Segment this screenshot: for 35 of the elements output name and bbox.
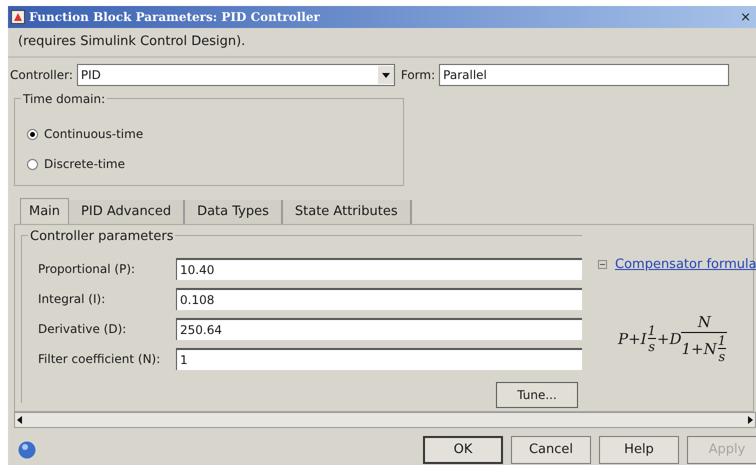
scroll-left-icon[interactable] (15, 415, 25, 425)
tab[interactable]: Data Types (185, 200, 283, 224)
radio-option[interactable]: Discrete-time (27, 155, 403, 173)
block-icon (11, 10, 25, 24)
tab[interactable]: Main (20, 198, 70, 224)
parameter-field[interactable]: 0.108 (176, 288, 582, 310)
controller-dropdown[interactable]: PID (76, 64, 395, 86)
compensator-formula-link[interactable]: Compensator formula (615, 255, 756, 274)
controller-label: Controller: (10, 67, 73, 84)
form-label: Form: (400, 67, 436, 84)
parameter-field[interactable]: 1 (176, 348, 582, 370)
parameter-label: Proportional (P): (38, 261, 136, 278)
collapse-icon[interactable] (598, 260, 607, 270)
dialog-button[interactable]: Cancel (511, 436, 591, 464)
parameter-field[interactable]: 10.40 (176, 258, 582, 280)
parameter-label: Derivative (D): (38, 321, 128, 338)
dialog-button[interactable]: OK (423, 436, 503, 464)
description-text: (requires Simulink Control Design). (18, 33, 246, 52)
dialog-button[interactable]: Help (599, 436, 679, 464)
close-button[interactable]: × (740, 10, 751, 24)
radio-button[interactable] (27, 158, 38, 170)
horizontal-scrollbar[interactable] (14, 412, 756, 428)
window-title: Function Block Parameters: PID Controller (29, 9, 320, 26)
radio-option[interactable]: Continuous-time (27, 125, 403, 143)
caret-icon (378, 66, 394, 84)
help-icon[interactable] (18, 441, 36, 459)
radio-button[interactable] (27, 128, 38, 140)
form-field[interactable]: Parallel (439, 64, 730, 86)
scroll-right-icon[interactable] (745, 415, 755, 425)
parameter-label: Integral (I): (38, 291, 106, 308)
tab[interactable]: State Attributes (282, 200, 412, 224)
tune-button[interactable]: Tune... (496, 382, 578, 408)
parameter-field[interactable]: 250.64 (176, 318, 582, 340)
tab[interactable]: PID Advanced (69, 200, 186, 224)
parameter-label: Filter coefficient (N): (38, 351, 162, 368)
